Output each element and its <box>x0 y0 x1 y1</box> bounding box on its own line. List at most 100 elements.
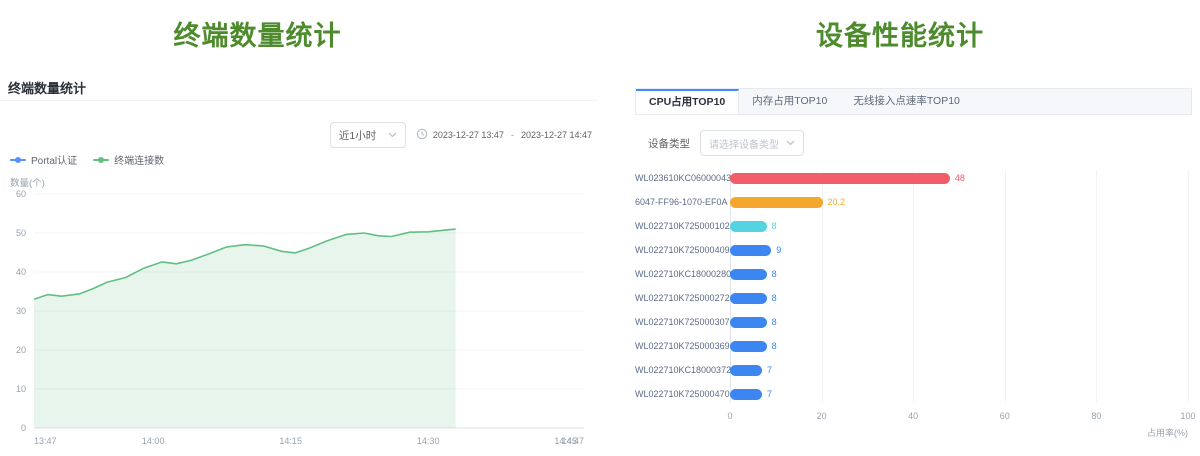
device-name-label: WL022710K725000409 <box>635 245 730 255</box>
bar-track: 8 <box>730 293 1188 304</box>
bar-xticks: 020406080100 <box>730 411 1188 423</box>
x-tick-label: 80 <box>1091 411 1101 421</box>
value-bar <box>730 389 762 400</box>
bar-track: 7 <box>730 389 1188 400</box>
date-start: 2023-12-27 13:47 <box>433 130 504 140</box>
y-axis-title: 数量(个) <box>10 175 45 189</box>
bar-track: 8 <box>730 269 1188 280</box>
bar-track: 7 <box>730 365 1188 376</box>
legend-label: Portal认证 <box>31 152 77 167</box>
svg-text:13:47: 13:47 <box>34 436 57 446</box>
bar-row: WL022710K725000470 7 <box>635 382 1188 406</box>
time-filter-row: 近1小时 2023-12-27 13:47 - 2023-12-27 14:47 <box>330 122 592 148</box>
device-performance-section: 设备性能统计 CPU占用TOP10内存占用TOP10无线接入点速率TOP10 设… <box>600 0 1200 456</box>
tab-cpu-top10[interactable]: CPU占用TOP10 <box>636 89 739 114</box>
tab-wireless-rate-top10[interactable]: 无线接入点速率TOP10 <box>840 89 973 114</box>
device-name-label: 6047-FF96-1070-EF0A <box>635 197 730 207</box>
bar-track: 8 <box>730 341 1188 352</box>
bar-track: 8 <box>730 317 1188 328</box>
x-tick-label: 100 <box>1180 411 1195 421</box>
value-bar <box>730 269 767 280</box>
bar-value-label: 8 <box>772 317 777 328</box>
bar-row: WL022710K7250003698 <box>635 334 1188 358</box>
x-tick-label: 40 <box>908 411 918 421</box>
legend-marker-icon <box>10 156 26 164</box>
svg-text:14:47: 14:47 <box>561 436 584 446</box>
bar-track: 20.2 <box>730 197 1188 208</box>
bar-area: WL023610KC06000043 48 6047-FF96-1070-EF0A 2… <box>635 166 1188 406</box>
bar-row: WL023610KC06000043 48 <box>635 166 1188 190</box>
date-separator: - <box>511 130 514 140</box>
x-tick-label: 20 <box>817 411 827 421</box>
performance-tabs: CPU占用TOP10内存占用TOP10无线接入点速率TOP10 <box>635 88 1192 115</box>
terminal-count-section: 终端数量统计 终端数量统计 近1小时 2023-12-27 13:47 - 20… <box>0 0 600 456</box>
value-bar <box>730 221 767 232</box>
device-type-filter: 设备类型 请选择设备类型 <box>648 130 804 156</box>
legend-label: 终端连接数 <box>114 152 164 167</box>
chart-legend: Portal认证 终端连接数 <box>10 152 164 167</box>
bar-row: WL022710K725000102 8 <box>635 214 1188 238</box>
device-type-placeholder: 请选择设备类型 <box>709 136 780 151</box>
bar-row: 6047-FF96-1070-EF0A 20.2 <box>635 190 1188 214</box>
value-bar <box>730 293 767 304</box>
terminal-panel-title: 终端数量统计 <box>8 78 86 97</box>
cpu-top10-bar-chart: WL023610KC06000043 48 6047-FF96-1070-EF0A 2… <box>635 166 1188 439</box>
bar-value-label: 7 <box>767 365 772 376</box>
bar-row: WL022710KC18000372 7 <box>635 358 1188 382</box>
device-name-label: WL023610KC06000043 <box>635 173 730 183</box>
bar-value-label: 8 <box>772 341 777 352</box>
x-tick-label: 60 <box>1000 411 1010 421</box>
device-name-label: WL022710K725000102 <box>635 221 730 231</box>
chevron-down-icon <box>388 132 397 138</box>
bar-value-label: 7 <box>767 389 772 400</box>
date-range-picker[interactable]: 2023-12-27 13:47 - 2023-12-27 14:47 <box>416 128 592 142</box>
device-type-select[interactable]: 请选择设备类型 <box>700 130 804 156</box>
bar-value-label: 9 <box>776 245 781 256</box>
value-bar <box>730 341 767 352</box>
svg-text:40: 40 <box>16 267 26 277</box>
bar-rows: WL023610KC06000043 48 6047-FF96-1070-EF0A 2… <box>635 166 1188 406</box>
x-tick-label: 0 <box>727 411 732 421</box>
bar-row: WL022710K725000307 8 <box>635 310 1188 334</box>
bar-row: WL022710KC180002808 <box>635 262 1188 286</box>
value-bar <box>730 365 762 376</box>
device-name-label: WL022710K725000272 <box>635 293 730 303</box>
panel-divider <box>0 100 598 101</box>
bar-value-label: 8 <box>772 221 777 232</box>
bar-value-label: 48 <box>955 173 965 184</box>
device-name-label: WL022710KC18000280 <box>635 269 730 279</box>
svg-text:30: 30 <box>16 306 26 316</box>
svg-text:50: 50 <box>16 228 26 238</box>
bar-track: 9 <box>730 245 1188 256</box>
bar-track: 8 <box>730 221 1188 232</box>
bar-value-label: 8 <box>772 293 777 304</box>
bar-value-label: 20.2 <box>828 197 846 208</box>
svg-text:20: 20 <box>16 345 26 355</box>
time-range-select[interactable]: 近1小时 <box>330 122 406 148</box>
value-bar <box>730 245 771 256</box>
time-range-value: 近1小时 <box>339 128 376 143</box>
clock-icon <box>416 128 428 142</box>
legend-item[interactable]: 终端连接数 <box>93 152 164 167</box>
device-name-label: WL022710K725000307 <box>635 317 730 327</box>
value-bar <box>730 317 767 328</box>
svg-text:0: 0 <box>21 423 26 433</box>
svg-text:14:30: 14:30 <box>417 436 440 446</box>
tab-memory-top10[interactable]: 内存占用TOP10 <box>739 89 840 114</box>
bar-row: WL022710K725000409 9 <box>635 238 1188 262</box>
performance-section-title: 设备性能统计 <box>600 14 1200 53</box>
date-end: 2023-12-27 14:47 <box>521 130 592 140</box>
chevron-down-icon <box>786 140 795 146</box>
bar-row: WL022710K725000272 8 <box>635 286 1188 310</box>
terminal-line-chart: 010203040506013:4714:0014:1514:3014:4514… <box>8 188 592 450</box>
x-axis-title: 占用率(%) <box>635 426 1188 439</box>
bar-track: 48 <box>730 173 1188 184</box>
value-bar <box>730 173 950 184</box>
terminal-section-title: 终端数量统计 <box>0 14 515 53</box>
legend-item[interactable]: Portal认证 <box>10 152 77 167</box>
device-name-label: WL022710KC18000372 <box>635 365 730 375</box>
legend-marker-icon <box>93 156 109 164</box>
device-type-label: 设备类型 <box>648 136 690 151</box>
dashboard: 终端数量统计 终端数量统计 近1小时 2023-12-27 13:47 - 20… <box>0 0 1200 456</box>
device-name-label: WL022710K725000470 <box>635 389 730 399</box>
